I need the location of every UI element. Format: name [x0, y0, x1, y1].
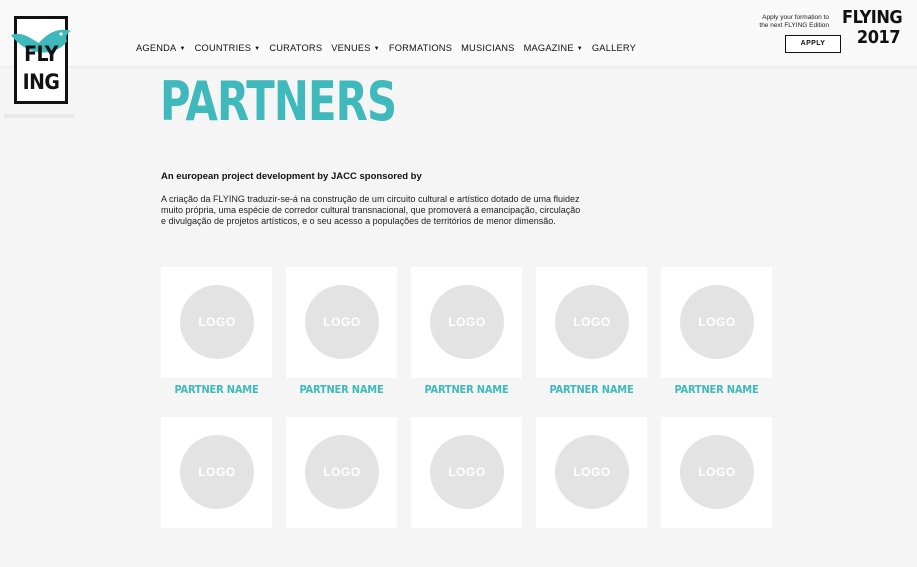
nav-item-venues[interactable]: VENUES ▼	[331, 43, 380, 53]
partner-card[interactable]: LOGO	[286, 417, 397, 567]
nav-item-label: CURATORS	[269, 43, 323, 53]
partner-logo-box: LOGO	[536, 417, 647, 528]
nav-item-formations[interactable]: FORMATIONS	[389, 43, 452, 53]
partner-name[interactable]: PARTNER NAME	[161, 383, 272, 396]
logo-divider	[4, 114, 74, 118]
logo-placeholder: LOGO	[430, 285, 504, 359]
nav-item-label: FORMATIONS	[388, 43, 453, 53]
apply-button[interactable]: APPLY	[785, 35, 841, 53]
nav-item-musicians[interactable]: MUSICIANS	[461, 43, 514, 53]
partner-logo-box: LOGO	[411, 267, 522, 378]
nav-item-agenda[interactable]: AGENDA ▼	[136, 43, 186, 53]
site-logo[interactable]: FLY ING	[11, 16, 71, 104]
partner-logo-box: LOGO	[411, 417, 522, 528]
partner-logo-box: LOGO	[286, 267, 397, 378]
nav-item-gallery[interactable]: GALLERY	[592, 43, 636, 53]
logo-placeholder: LOGO	[430, 435, 504, 509]
intro-paragraph: A criação da FLYING traduzir-se-á na con…	[161, 194, 581, 226]
chevron-down-icon: ▼	[576, 46, 583, 52]
nav-item-label: MUSICIANS	[461, 43, 515, 53]
logo-placeholder: LOGO	[680, 285, 754, 359]
partner-card[interactable]: LOGO	[411, 417, 522, 567]
partner-logo-box: LOGO	[661, 417, 772, 528]
partner-card[interactable]: LOGO	[161, 417, 272, 567]
nav-item-label: VENUES	[331, 43, 371, 53]
apply-prompt: Apply your formation to the next FLYING …	[739, 14, 829, 29]
logo-placeholder: LOGO	[180, 435, 254, 509]
partner-name[interactable]: PARTNER NAME	[411, 383, 522, 396]
logo-placeholder: LOGO	[180, 285, 254, 359]
top-bar	[0, 0, 917, 66]
logo-placeholder: LOGO	[680, 435, 754, 509]
nav-item-countries[interactable]: COUNTRIES ▼	[195, 43, 261, 53]
partner-card[interactable]: LOGO PARTNER NAME	[286, 267, 397, 417]
nav-item-label: COUNTRIES	[194, 43, 252, 53]
partner-card[interactable]: LOGO PARTNER NAME	[536, 267, 647, 417]
partners-grid: LOGO PARTNER NAME LOGO PARTNER NAME LOGO PA…	[161, 267, 772, 567]
partner-logo-box: LOGO	[661, 267, 772, 378]
nav-item-label: GALLERY	[591, 43, 636, 53]
partner-logo-box: LOGO	[536, 267, 647, 378]
logo-text-ing: ING	[22, 70, 60, 94]
nav-item-magazine[interactable]: MAGAZINE ▼	[524, 43, 583, 53]
partner-card[interactable]: LOGO PARTNER NAME	[161, 267, 272, 417]
edition-badge[interactable]: FLYING 2017	[842, 7, 903, 48]
partner-card[interactable]: LOGO	[661, 417, 772, 567]
logo-placeholder: LOGO	[305, 285, 379, 359]
partner-card[interactable]: LOGO	[536, 417, 647, 567]
page-title: PARTNERS	[160, 70, 397, 133]
partner-card[interactable]: LOGO PARTNER NAME	[661, 267, 772, 417]
chevron-down-icon: ▼	[179, 46, 186, 52]
partner-name[interactable]: PARTNER NAME	[286, 383, 397, 396]
partner-name[interactable]: PARTNER NAME	[661, 383, 772, 396]
nav-item-label: AGENDA	[136, 43, 177, 53]
page-subtitle: An european project development by JACC …	[161, 171, 422, 182]
logo-text-fly: FLY	[24, 42, 58, 66]
apply-prompt-line2: the next FLYING Edition	[759, 21, 829, 29]
logo-placeholder: LOGO	[305, 435, 379, 509]
nav-item-label: MAGAZINE	[523, 43, 574, 53]
partner-card[interactable]: LOGO PARTNER NAME	[411, 267, 522, 417]
chevron-down-icon: ▼	[373, 46, 380, 52]
partner-logo-box: LOGO	[286, 417, 397, 528]
partner-logo-box: LOGO	[161, 267, 272, 378]
chevron-down-icon: ▼	[254, 46, 261, 52]
apply-prompt-line1: Apply your formation to	[762, 14, 829, 21]
nav-item-curators[interactable]: CURATORS	[269, 43, 322, 53]
partner-name[interactable]: PARTNER NAME	[536, 383, 647, 396]
logo-placeholder: LOGO	[555, 285, 629, 359]
partner-logo-box: LOGO	[161, 417, 272, 528]
logo-placeholder: LOGO	[555, 435, 629, 509]
edition-name: FLYING	[842, 7, 903, 28]
main-nav: AGENDA ▼ COUNTRIES ▼ CURATORS VENUES ▼ FORM…	[136, 43, 645, 53]
edition-year: 2017	[856, 27, 901, 48]
